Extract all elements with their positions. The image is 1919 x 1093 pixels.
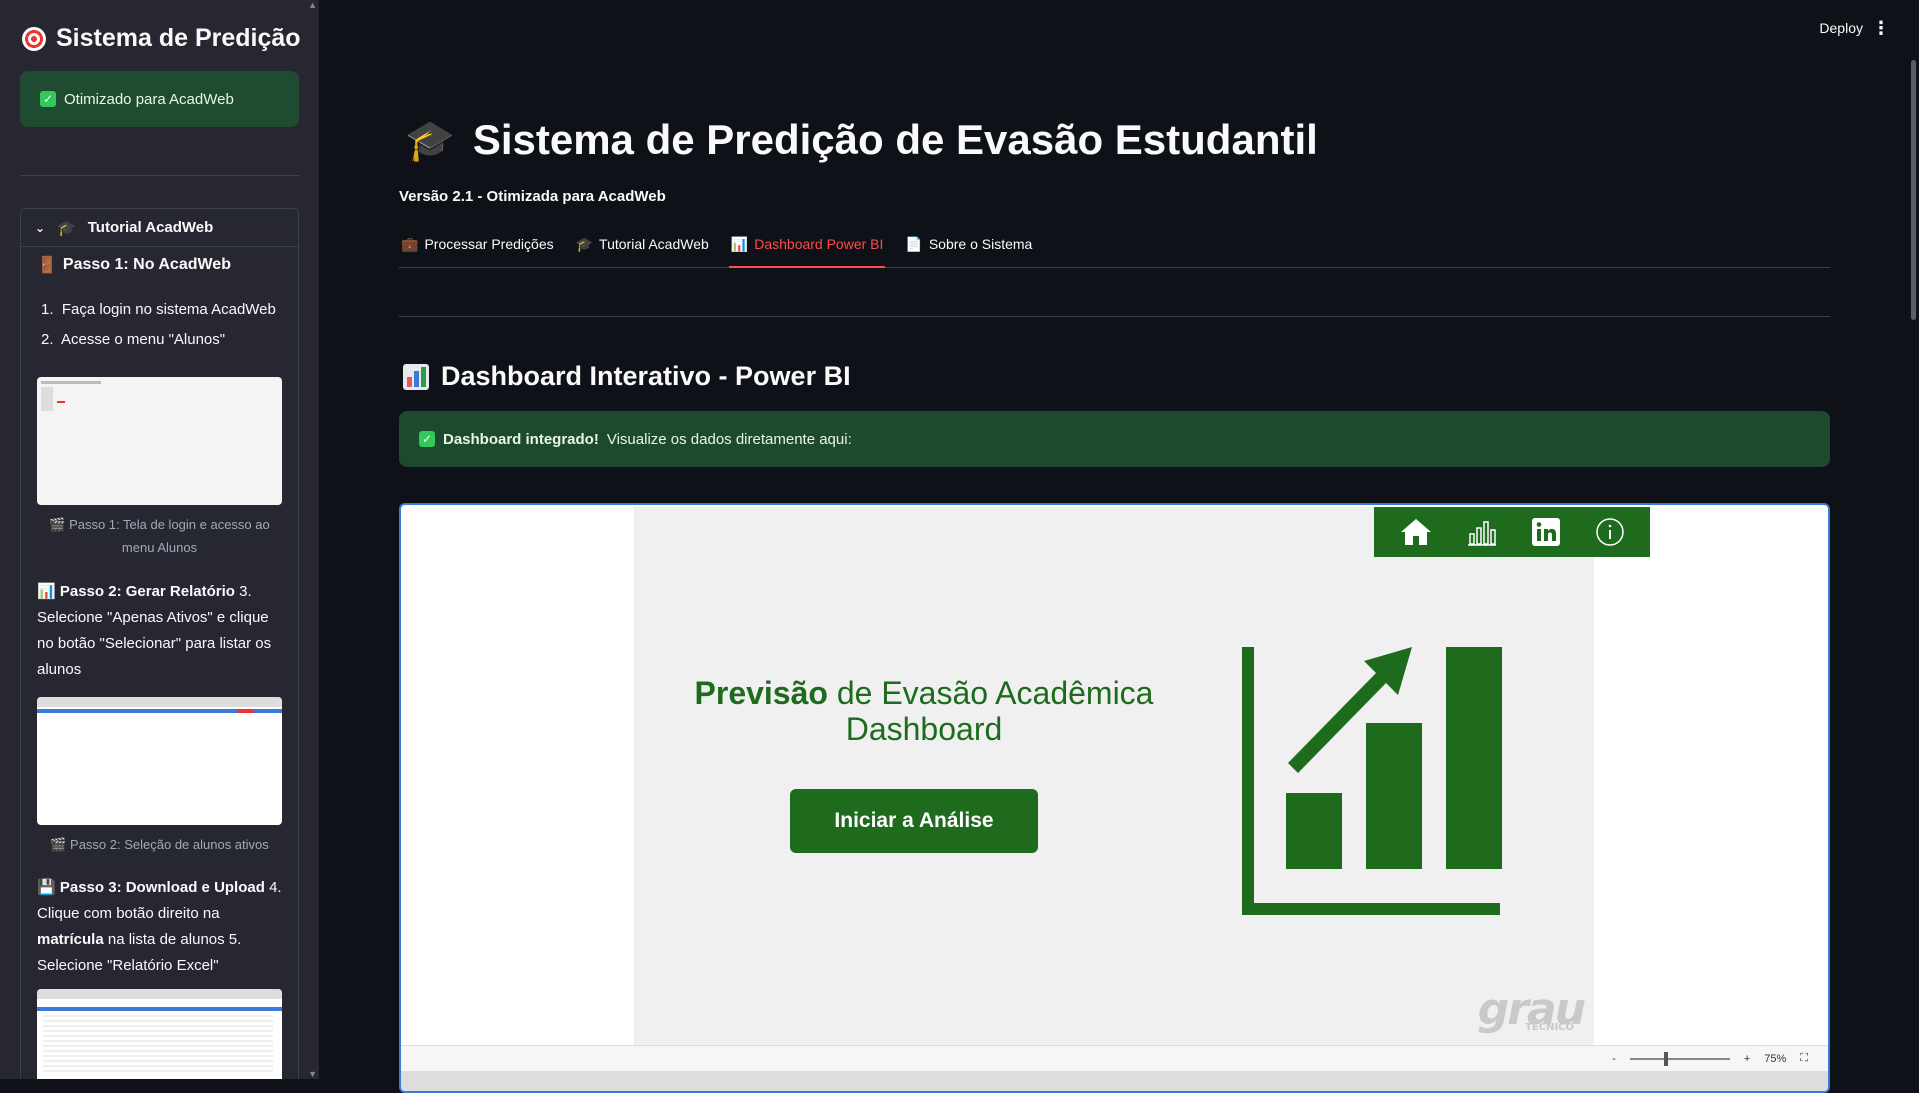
alert-text: Visualize os dados diretamente aqui: bbox=[606, 430, 852, 448]
target-icon bbox=[22, 26, 46, 51]
sidebar-scrollbar[interactable]: ▲ ▼ bbox=[308, 0, 319, 1079]
step2-screenshot bbox=[37, 697, 282, 825]
powerbi-embed-frame[interactable]: Previsão de Evasão Acadêmica Dashboard I… bbox=[399, 503, 1830, 1093]
tab-tutorial-acadweb[interactable]: 🎓 Tutorial AcadWeb bbox=[574, 226, 711, 268]
tutorial-expander: ⌄ 🎓 Tutorial AcadWeb 🚪 Passo 1: No AcadW… bbox=[20, 208, 299, 1079]
chevron-down-icon[interactable]: ⌄ bbox=[35, 221, 45, 235]
list-item: 1. Faça login no sistema AcadWeb bbox=[41, 301, 276, 318]
tab-label: Processar Predições bbox=[424, 236, 554, 252]
step1-screenshot bbox=[37, 377, 282, 505]
floppy-icon: 💾 bbox=[37, 879, 56, 896]
sidebar-title: Sistema de Predição bbox=[22, 24, 301, 53]
main-area: Deploy ⋮ 🎓 Sistema de Predição de Evasão… bbox=[319, 0, 1919, 1093]
tab-label: Dashboard Power BI bbox=[754, 236, 884, 252]
step2-caption-text: Passo 2: Seleção de alunos ativos bbox=[70, 837, 269, 852]
sidebar-title-text: Sistema de Predição bbox=[56, 24, 301, 52]
expander-header[interactable]: ⌄ 🎓 Tutorial AcadWeb bbox=[21, 209, 298, 247]
tab-processar-predicoes[interactable]: 💼 Processar Predições bbox=[399, 226, 556, 268]
start-analysis-button[interactable]: Iniciar a Análise bbox=[790, 789, 1038, 853]
more-menu-icon[interactable]: ⋮ bbox=[1872, 18, 1890, 39]
report-canvas: Previsão de Evasão Acadêmica Dashboard I… bbox=[634, 507, 1650, 1045]
step3-bold: matrícula bbox=[37, 931, 104, 948]
list-item-text: Faça login no sistema AcadWeb bbox=[61, 301, 276, 318]
zoom-out-button[interactable]: - bbox=[1612, 1053, 1616, 1065]
section-title-text: Dashboard Interativo - Power BI bbox=[441, 361, 851, 391]
report-title-bold: Previsão bbox=[694, 675, 828, 711]
scroll-thumb[interactable] bbox=[1911, 60, 1916, 320]
alert-bold-text: Dashboard integrado! bbox=[443, 430, 599, 448]
report-bottom-strip bbox=[401, 1071, 1828, 1091]
tab-sobre-o-sistema[interactable]: 📄 Sobre o Sistema bbox=[903, 226, 1034, 268]
zoom-slider-knob[interactable] bbox=[1663, 1051, 1668, 1066]
home-icon[interactable] bbox=[1399, 517, 1433, 547]
deploy-button[interactable]: Deploy bbox=[1819, 20, 1863, 36]
step3-screenshot bbox=[37, 989, 282, 1079]
info-icon[interactable] bbox=[1595, 517, 1625, 547]
briefcase-icon: 💼 bbox=[401, 236, 419, 252]
sidebar: ▲ ▼ Sistema de Predição ✓ Otimizado para… bbox=[0, 0, 319, 1079]
tab-dashboard-power-bi[interactable]: 📊 Dashboard Power BI bbox=[728, 226, 886, 268]
door-icon: 🚪 bbox=[37, 257, 57, 274]
page-title-text: Sistema de Predição de Evasão Estudantil bbox=[472, 116, 1318, 163]
step3-title: Passo 3: Download e Upload bbox=[59, 879, 265, 896]
list-item-text: Acesse o menu "Alunos" bbox=[61, 331, 226, 348]
step2-paragraph: 📊 Passo 2: Gerar Relatório 3. Selecione … bbox=[37, 579, 282, 683]
growth-chart-icon bbox=[1242, 647, 1502, 915]
film-icon: 🎬 bbox=[50, 837, 67, 852]
bar-chart-icon bbox=[403, 363, 429, 390]
step1-caption-text: Passo 1: Tela de login e acesso ao menu … bbox=[69, 517, 270, 555]
fit-to-page-icon[interactable]: ⛶ bbox=[1800, 1052, 1808, 1065]
report-title-rest: de Evasão Acadêmica bbox=[836, 675, 1154, 711]
zoom-in-button[interactable]: + bbox=[1744, 1053, 1750, 1065]
step2-caption: 🎬 Passo 2: Seleção de alunos ativos bbox=[37, 833, 282, 856]
step2-title: Passo 2: Gerar Relatório bbox=[59, 583, 235, 600]
zoom-slider[interactable] bbox=[1629, 1051, 1730, 1066]
report-nav-bar bbox=[1374, 507, 1650, 557]
report-title: Previsão de Evasão Acadêmica Dashboard bbox=[634, 675, 1214, 747]
grau-tecnico-logo: grau TÉCNICO bbox=[1478, 984, 1586, 1035]
linkedin-icon[interactable] bbox=[1531, 517, 1561, 547]
scroll-down-icon[interactable]: ▼ bbox=[308, 1069, 317, 1079]
scroll-up-icon[interactable]: ▲ bbox=[308, 0, 317, 10]
bar-chart-icon[interactable] bbox=[1467, 518, 1497, 546]
step1-list: 1. Faça login no sistema AcadWeb 2. Aces… bbox=[41, 295, 276, 355]
report-title-line2: Dashboard bbox=[845, 711, 1003, 747]
sidebar-divider bbox=[20, 175, 299, 176]
graduation-cap-icon: 🎓 bbox=[57, 219, 76, 237]
status-text: Otimizado para AcadWeb bbox=[64, 90, 234, 108]
success-alert: ✓ Dashboard integrado! Visualize os dado… bbox=[399, 411, 1830, 467]
film-icon: 🎬 bbox=[49, 517, 66, 532]
step1-title-text: Passo 1: No AcadWeb bbox=[62, 256, 231, 273]
status-success-box: ✓ Otimizado para AcadWeb bbox=[20, 71, 299, 127]
step3-paragraph: 💾 Passo 3: Download e Upload 4. Clique c… bbox=[37, 875, 282, 979]
zoom-level: 75% bbox=[1764, 1052, 1787, 1065]
main-scrollbar[interactable] bbox=[1905, 0, 1919, 1079]
step1-caption: 🎬 Passo 1: Tela de login e acesso ao men… bbox=[37, 513, 282, 559]
graduation-cap-icon: 🎓 bbox=[405, 118, 455, 163]
section-divider bbox=[399, 316, 1830, 317]
logo-subtext: TÉCNICO bbox=[1525, 1022, 1574, 1033]
step1-title: 🚪 Passo 1: No AcadWeb bbox=[37, 255, 231, 275]
chart-icon: 📊 bbox=[37, 583, 56, 600]
version-label: Versão 2.1 - Otimizada para AcadWeb bbox=[399, 188, 666, 205]
expander-title: Tutorial AcadWeb bbox=[87, 219, 214, 236]
tab-label: Sobre o Sistema bbox=[928, 236, 1033, 252]
report-status-bar: - + 75% ⛶ bbox=[401, 1045, 1828, 1071]
document-icon: 📄 bbox=[905, 236, 923, 252]
tab-label: Tutorial AcadWeb bbox=[599, 236, 709, 252]
section-title: Dashboard Interativo - Power BI bbox=[403, 361, 851, 392]
page-title: 🎓 Sistema de Predição de Evasão Estudant… bbox=[405, 116, 1318, 164]
tab-bar: 💼 Processar Predições 🎓 Tutorial AcadWeb… bbox=[399, 226, 1830, 268]
list-item: 2. Acesse o menu "Alunos" bbox=[41, 331, 226, 348]
bar-chart-icon: 📊 bbox=[730, 236, 749, 252]
graduation-cap-icon: 🎓 bbox=[575, 236, 594, 252]
checkmark-icon: ✓ bbox=[40, 91, 56, 107]
checkmark-icon: ✓ bbox=[419, 431, 435, 447]
